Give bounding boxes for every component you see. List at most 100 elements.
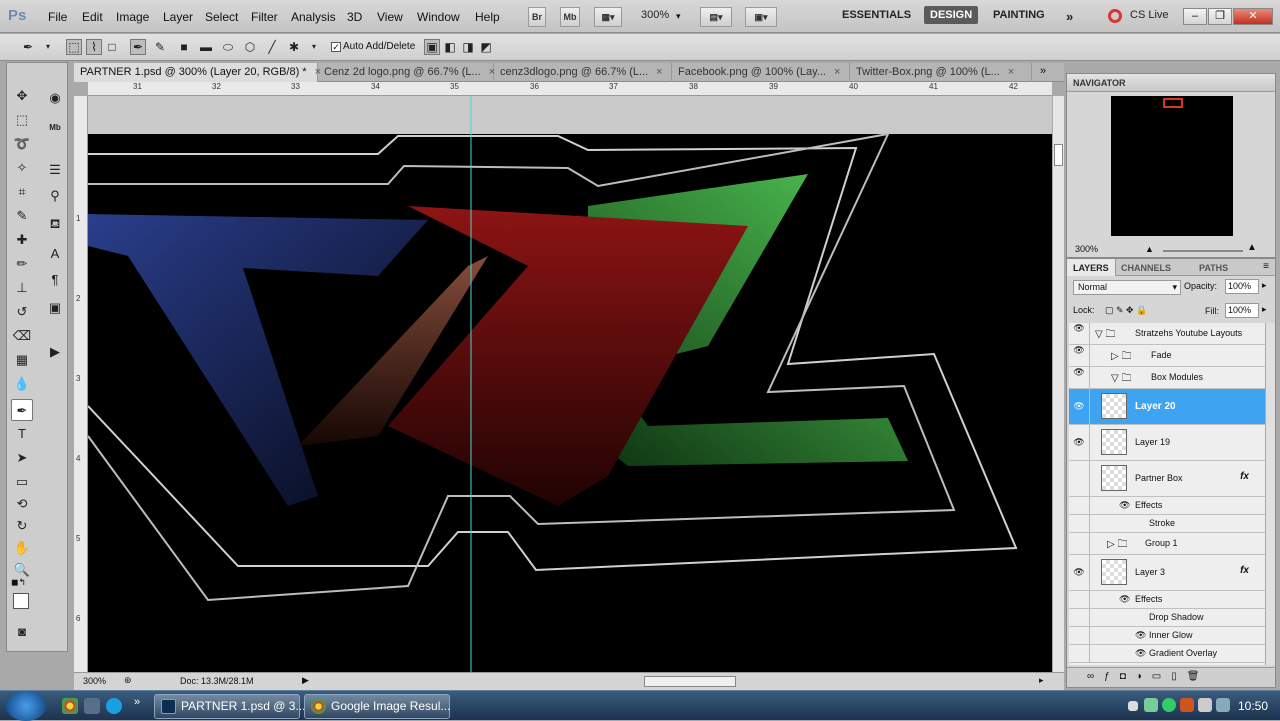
paragraph-icon[interactable]: ¶ <box>44 269 66 291</box>
scroll-thumb[interactable] <box>1054 144 1063 166</box>
fill-slider-icon[interactable]: ▸ <box>1262 304 1267 315</box>
menu-image[interactable]: Image <box>116 10 149 24</box>
rounded-rectangle-icon[interactable]: ▬ <box>198 39 214 55</box>
close-icon[interactable]: × <box>1008 66 1014 78</box>
more-workspaces-icon[interactable]: » <box>1066 9 1073 24</box>
chevron-down-icon[interactable]: ▾ <box>40 39 56 55</box>
scroll-right-icon[interactable]: ▸ <box>1039 675 1044 686</box>
subtract-path-area-icon[interactable]: ◧ <box>442 39 458 55</box>
menu-view[interactable]: View <box>377 10 403 24</box>
fx-icon[interactable]: fx <box>1240 471 1249 482</box>
actions-icon[interactable]: ▶ <box>44 341 66 363</box>
eye-icon[interactable] <box>1069 645 1090 662</box>
type-tool-icon[interactable]: T <box>11 423 33 445</box>
effect-row[interactable]: 👁 Gradient Overlay <box>1069 645 1265 663</box>
menu-select[interactable]: Select <box>205 10 238 24</box>
layer-row[interactable]: 👁 ▽ 🗀 Stratzehs Youtube Layouts <box>1069 323 1265 345</box>
fx-icon[interactable]: fx <box>1240 565 1249 576</box>
foreground-color-swatch[interactable] <box>13 593 29 609</box>
tray-icon[interactable] <box>1144 698 1158 712</box>
zoom-in-icon[interactable]: ▲ <box>1247 242 1257 253</box>
eye-icon[interactable]: 👁 <box>1069 555 1090 590</box>
eye-icon[interactable]: 👁 <box>1069 389 1090 424</box>
eye-icon[interactable]: 👁 <box>1119 500 1130 511</box>
blur-tool-icon[interactable]: 💧 <box>11 373 33 395</box>
eyedropper-tool-icon[interactable]: ✎ <box>11 205 33 227</box>
move-tool-icon[interactable]: ✥ <box>11 85 33 107</box>
rectangle-icon[interactable]: ■ <box>176 39 192 55</box>
effect-row[interactable]: 👁 Inner Glow <box>1069 627 1265 645</box>
opacity-slider-icon[interactable]: ▸ <box>1262 280 1267 291</box>
tab-partner[interactable]: PARTNER 1.psd @ 300% (Layer 20, RGB/8) *… <box>74 63 321 82</box>
close-button[interactable]: ✕ <box>1233 8 1273 25</box>
healing-brush-icon[interactable]: ✚ <box>11 229 33 251</box>
workspace-essentials[interactable]: ESSENTIALS <box>842 9 911 21</box>
auto-add-delete-checkbox[interactable]: ✓ <box>331 42 341 52</box>
play-icon[interactable]: ▶ <box>302 675 309 686</box>
bridge-button[interactable]: Br <box>528 7 546 27</box>
menu-3d[interactable]: 3D <box>347 10 362 24</box>
eye-icon[interactable]: 👁 <box>1069 425 1090 460</box>
eye-icon[interactable]: 👁 <box>1069 323 1090 344</box>
eye-icon[interactable] <box>1069 533 1090 554</box>
3d-object-rotate-icon[interactable]: ⟲ <box>11 493 33 515</box>
tray-icon[interactable] <box>1180 698 1194 712</box>
shape-layers-icon[interactable]: ⬚ <box>66 39 82 55</box>
layers-footer-icons[interactable]: ∞ƒ◘◑▭▯🗑 <box>1067 667 1275 687</box>
zoom-out-icon[interactable]: ▲ <box>1145 244 1154 254</box>
shape-tool-icon[interactable]: ▭ <box>11 471 33 493</box>
navigator-preview[interactable] <box>1111 96 1233 236</box>
gradient-tool-icon[interactable]: ▦ <box>11 349 33 371</box>
fill-pixels-icon[interactable]: □ <box>104 39 120 55</box>
view-box[interactable] <box>1163 98 1183 108</box>
volume-icon[interactable] <box>1198 698 1212 712</box>
tab-cenz3dlogo[interactable]: cenz3dlogo.png @ 66.7% (L... × <box>494 63 672 82</box>
chevron-down-icon[interactable]: ▾ <box>306 39 322 55</box>
intersect-path-area-icon[interactable]: ◨ <box>460 39 476 55</box>
exclude-path-area-icon[interactable]: ◩ <box>478 39 494 55</box>
path-selection-icon[interactable]: ➤ <box>11 447 33 469</box>
eye-icon[interactable] <box>1069 591 1090 608</box>
rotate-3d-icon[interactable]: ◉ <box>44 87 66 109</box>
layers-scrollbar[interactable] <box>1265 323 1275 665</box>
layer-row[interactable]: 👁 ▷ 🗀 Fade <box>1069 345 1265 367</box>
layer-row[interactable]: 👁 ▽ 🗀 Box Modules <box>1069 367 1265 389</box>
crop-tool-icon[interactable]: ⌗ <box>11 181 33 203</box>
workspace-painting[interactable]: PAINTING <box>993 9 1045 21</box>
layer-comps-icon[interactable]: ▣ <box>44 297 66 319</box>
status-icon[interactable]: ⊛ <box>124 675 132 686</box>
tab-twitter-box[interactable]: Twitter-Box.png @ 100% (L... × <box>850 63 1032 82</box>
view-extras-button[interactable]: ▦▾ <box>594 7 622 27</box>
tray-arrow-icon[interactable] <box>1128 701 1138 711</box>
menu-file[interactable]: File <box>48 10 67 24</box>
eye-icon[interactable] <box>1069 461 1090 496</box>
menu-window[interactable]: Window <box>417 10 460 24</box>
brush-tool-icon[interactable]: ✏ <box>11 253 33 275</box>
pen-tool-icon[interactable]: ✒ <box>11 399 33 421</box>
close-icon[interactable]: × <box>656 66 662 78</box>
clock[interactable]: 10:50 <box>1238 699 1268 713</box>
cs-live-button[interactable]: CS Live <box>1130 9 1169 21</box>
polygon-icon[interactable]: ⬡ <box>242 39 258 55</box>
minimize-button[interactable]: – <box>1183 8 1207 25</box>
effect-row[interactable]: Stroke <box>1069 515 1265 533</box>
workspace-design[interactable]: DESIGN <box>924 6 979 24</box>
ellipse-icon[interactable]: ⬭ <box>220 39 236 55</box>
layer-row[interactable]: Partner Box fx <box>1069 461 1265 497</box>
marquee-tool-icon[interactable]: ⬚ <box>11 109 33 131</box>
screen-mode-button[interactable]: ▣▾ <box>745 7 777 27</box>
close-icon[interactable]: × <box>834 66 840 78</box>
more-icon[interactable]: » <box>134 696 140 708</box>
taskbar-photoshop[interactable]: PARTNER 1.psd @ 3... <box>154 694 305 719</box>
eye-icon[interactable]: 👁 <box>1069 345 1090 366</box>
quick-mask-icon[interactable]: ◙ <box>11 621 33 643</box>
arrange-documents-button[interactable]: ▤▾ <box>700 7 732 27</box>
network-icon[interactable] <box>1216 698 1230 712</box>
eye-icon[interactable] <box>1069 515 1090 532</box>
history-brush-icon[interactable]: ↺ <box>11 301 33 323</box>
document-canvas[interactable] <box>88 96 1052 672</box>
adjust-icon[interactable]: ☰ <box>44 159 66 181</box>
lock-icons[interactable]: ▢ ✎ ✥ 🔒 <box>1105 305 1147 316</box>
lasso-tool-icon[interactable]: ➰ <box>11 133 33 155</box>
tab-channels[interactable]: CHANNELS <box>1115 259 1177 276</box>
